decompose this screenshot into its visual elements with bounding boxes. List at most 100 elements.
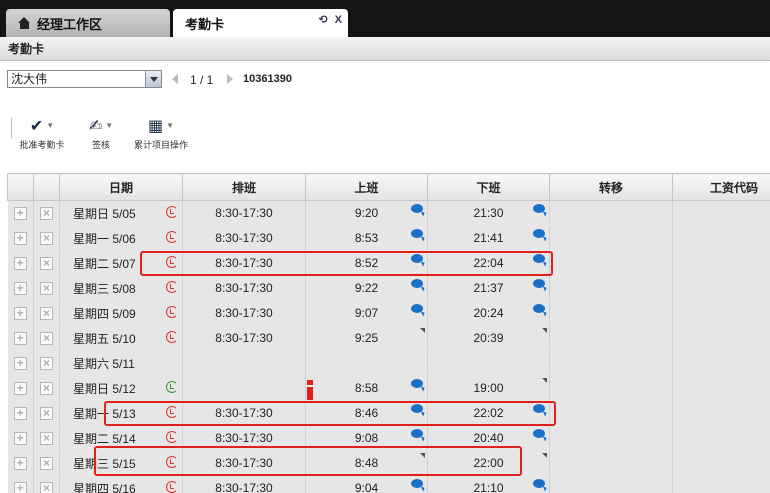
comment-icon[interactable] — [411, 379, 423, 388]
paycode-cell[interactable] — [672, 225, 770, 251]
add-icon[interactable]: + — [13, 332, 27, 345]
delete-icon[interactable]: × — [40, 432, 53, 445]
sign-off-button[interactable]: ✍ ▼ 签核 — [78, 116, 124, 151]
transfer-cell[interactable] — [549, 275, 673, 301]
comment-icon[interactable] — [411, 204, 423, 213]
table-row[interactable]: + × 星期五 5/10 8:30-17:30 9:25 20:39 — [7, 325, 770, 351]
in-punch-cell[interactable]: 9:25 — [305, 325, 428, 351]
table-row[interactable]: + × 星期日 5/05 8:30-17:30 9:20 21:30 — [7, 200, 770, 226]
approve-timecard-button[interactable]: ✔ ▼ 批准考勤卡 — [10, 116, 74, 151]
clock-status-icon[interactable] — [166, 381, 178, 393]
clock-status-icon[interactable] — [166, 231, 178, 243]
transfer-cell[interactable] — [549, 450, 673, 476]
transfer-cell[interactable] — [549, 475, 673, 493]
comment-icon[interactable] — [411, 279, 423, 288]
refresh-icon[interactable]: ⟲ — [318, 14, 327, 26]
paycode-cell[interactable] — [672, 275, 770, 301]
out-punch-cell[interactable]: 20:39 — [427, 325, 550, 351]
delete-icon[interactable]: × — [40, 382, 53, 395]
add-icon[interactable]: + — [13, 407, 27, 420]
transfer-cell[interactable] — [549, 400, 673, 426]
out-punch-cell[interactable]: 19:00 — [427, 375, 550, 401]
comment-icon[interactable] — [533, 229, 545, 238]
delete-icon[interactable]: × — [40, 357, 53, 370]
delete-icon[interactable]: × — [40, 307, 53, 320]
shift-cell[interactable] — [182, 375, 306, 401]
paycode-cell[interactable] — [672, 475, 770, 493]
clock-status-icon[interactable] — [166, 431, 178, 443]
delete-icon[interactable]: × — [40, 207, 53, 220]
date-cell[interactable]: 星期四 5/16 — [59, 475, 183, 493]
chevron-down-icon[interactable] — [145, 71, 161, 87]
prev-page-icon[interactable] — [172, 74, 178, 84]
shift-cell[interactable] — [182, 350, 306, 376]
comment-icon[interactable] — [411, 304, 423, 313]
tab-timecard[interactable]: 考勤卡 ⟲ X — [173, 9, 348, 37]
transfer-cell[interactable] — [549, 250, 673, 276]
table-row[interactable]: + × 星期四 5/16 8:30-17:30 9:04 21:10 — [7, 475, 770, 493]
delete-icon[interactable]: × — [40, 407, 53, 420]
shift-cell[interactable]: 8:30-17:30 — [182, 275, 306, 301]
transfer-cell[interactable] — [549, 325, 673, 351]
shift-cell[interactable]: 8:30-17:30 — [182, 325, 306, 351]
add-icon[interactable]: + — [13, 282, 27, 295]
add-icon[interactable]: + — [13, 382, 27, 395]
out-punch-cell[interactable]: 21:30 — [427, 200, 550, 226]
in-punch-cell[interactable]: 9:20 — [305, 200, 428, 226]
header-transfer[interactable]: 转移 — [549, 173, 673, 201]
paycode-cell[interactable] — [672, 325, 770, 351]
add-icon[interactable]: + — [13, 257, 27, 270]
shift-cell[interactable]: 8:30-17:30 — [182, 475, 306, 493]
table-row[interactable]: + × 星期日 5/12 8:58 19:00 — [7, 375, 770, 401]
header-date[interactable]: 日期 — [59, 173, 183, 201]
comment-icon[interactable] — [533, 204, 545, 213]
paycode-cell[interactable] — [672, 350, 770, 376]
transfer-cell[interactable] — [549, 225, 673, 251]
table-row[interactable]: + × 星期一 5/06 8:30-17:30 8:53 21:41 — [7, 225, 770, 251]
transfer-cell[interactable] — [549, 200, 673, 226]
paycode-cell[interactable] — [672, 250, 770, 276]
out-punch-cell[interactable]: 21:41 — [427, 225, 550, 251]
table-row[interactable]: + × 星期四 5/09 8:30-17:30 9:07 20:24 — [7, 300, 770, 326]
delete-icon[interactable]: × — [40, 332, 53, 345]
in-punch-cell[interactable]: 9:22 — [305, 275, 428, 301]
out-punch-cell[interactable]: 20:24 — [427, 300, 550, 326]
delete-icon[interactable]: × — [40, 257, 53, 270]
paycode-cell[interactable] — [672, 375, 770, 401]
comment-icon[interactable] — [411, 229, 423, 238]
delete-icon[interactable]: × — [40, 282, 53, 295]
date-cell[interactable]: 星期三 5/08 — [59, 275, 183, 301]
add-icon[interactable]: + — [13, 482, 27, 493]
in-punch-cell[interactable]: 9:04 — [305, 475, 428, 493]
add-icon[interactable]: + — [13, 232, 27, 245]
date-cell[interactable]: 星期四 5/09 — [59, 300, 183, 326]
header-shift[interactable]: 排班 — [182, 173, 306, 201]
comment-icon[interactable] — [533, 279, 545, 288]
clock-status-icon[interactable] — [166, 306, 178, 318]
paycode-cell[interactable] — [672, 400, 770, 426]
add-icon[interactable]: + — [13, 207, 27, 220]
shift-cell[interactable]: 8:30-17:30 — [182, 225, 306, 251]
add-icon[interactable]: + — [13, 307, 27, 320]
comment-icon[interactable] — [533, 429, 545, 438]
date-cell[interactable]: 星期日 5/05 — [59, 200, 183, 226]
transfer-cell[interactable] — [549, 375, 673, 401]
delete-icon[interactable]: × — [40, 457, 53, 470]
employee-select[interactable]: 沈大伟 — [7, 70, 162, 88]
shift-cell[interactable]: 8:30-17:30 — [182, 200, 306, 226]
add-icon[interactable]: + — [13, 457, 27, 470]
comment-icon[interactable] — [411, 429, 423, 438]
date-cell[interactable]: 星期五 5/10 — [59, 325, 183, 351]
header-paycode[interactable]: 工资代码 — [672, 173, 770, 201]
in-punch-cell[interactable] — [305, 350, 428, 376]
tab-manager-workspace[interactable]: 经理工作区 — [6, 9, 170, 37]
transfer-cell[interactable] — [549, 425, 673, 451]
paycode-cell[interactable] — [672, 450, 770, 476]
clock-status-icon[interactable] — [166, 331, 178, 343]
out-punch-cell[interactable] — [427, 350, 550, 376]
clock-status-icon[interactable] — [166, 281, 178, 293]
accumulate-items-button[interactable]: ▦ ▼ 累计项目操作 — [132, 116, 190, 151]
paycode-cell[interactable] — [672, 425, 770, 451]
paycode-cell[interactable] — [672, 200, 770, 226]
close-icon[interactable]: X — [335, 14, 342, 26]
